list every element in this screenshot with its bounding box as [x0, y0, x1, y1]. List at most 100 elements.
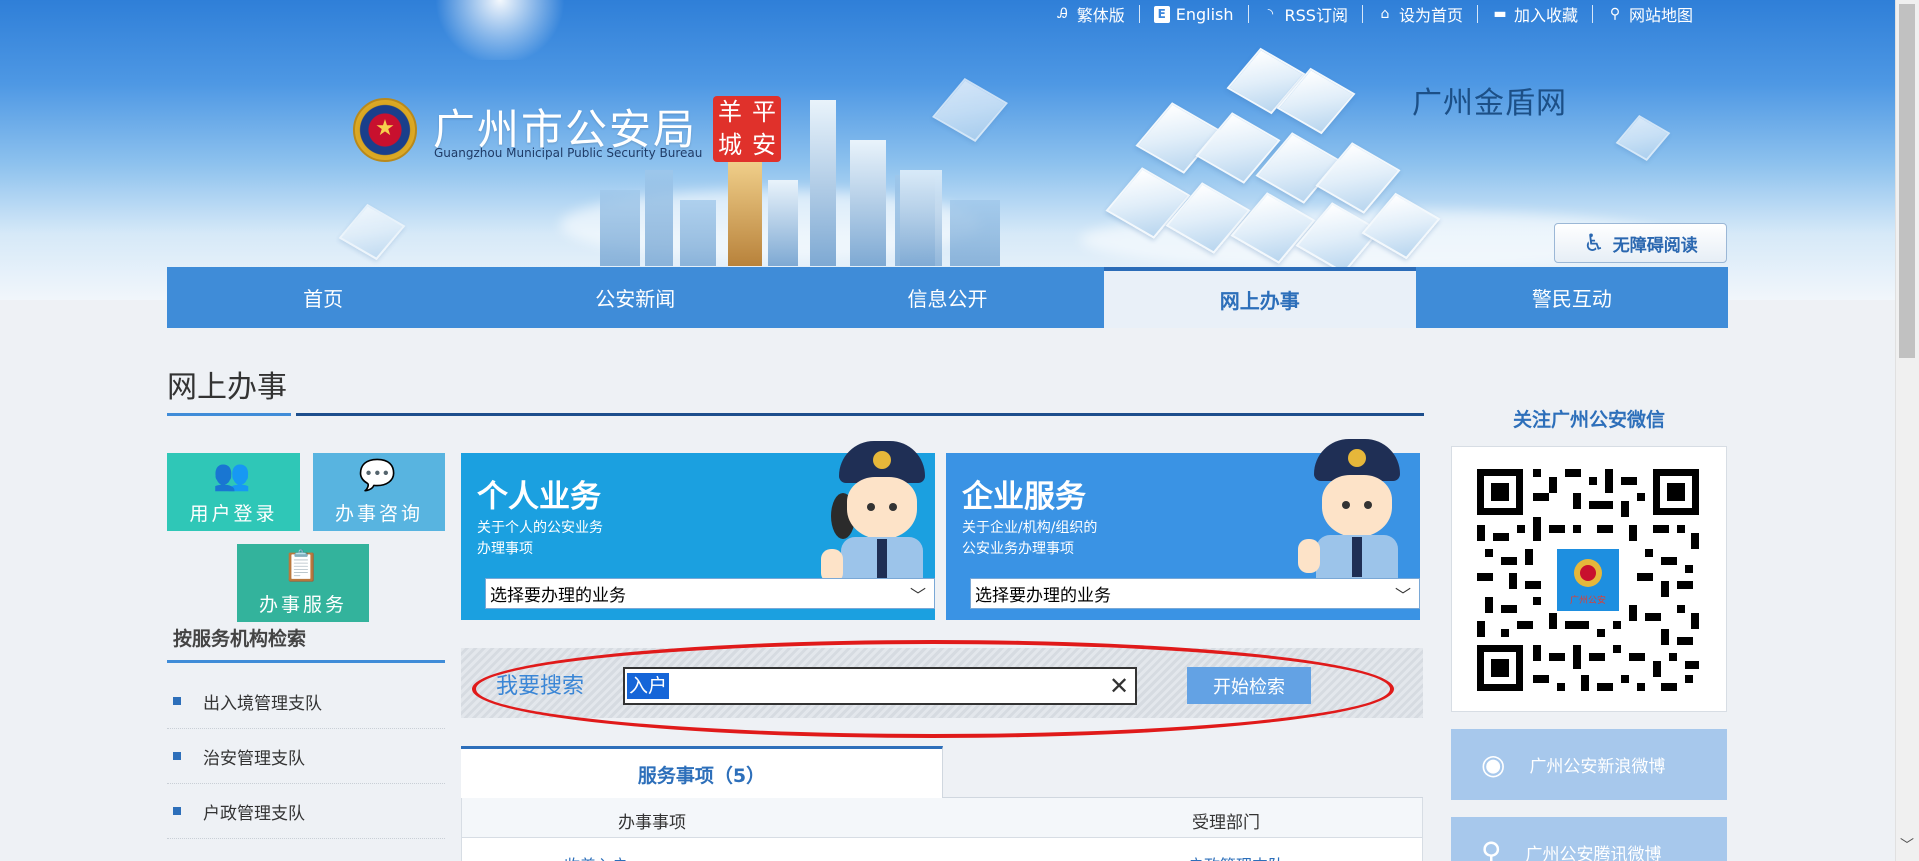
- chevron-down-icon: ﹀: [909, 586, 926, 605]
- nav-police-news[interactable]: 公安新闻: [479, 267, 791, 328]
- service-tile[interactable]: 📋 办事服务: [237, 544, 369, 622]
- clipboard-check-icon: 📋: [282, 549, 324, 584]
- users-icon: 👥: [213, 458, 254, 493]
- nav-home[interactable]: 首页: [167, 267, 479, 328]
- logo-subtitle: Guangzhou Municipal Public Security Bure…: [434, 146, 703, 160]
- search-input[interactable]: [623, 667, 1137, 705]
- social-label: 广州公安新浪微博: [1529, 757, 1666, 777]
- top-link-label: RSS订阅: [1284, 6, 1348, 25]
- personal-business-card: 个人业务 关于个人的公安业务 办理事项 选择要办理的业务 ﹀: [461, 441, 935, 620]
- social-label: 广州公安腾讯微博: [1525, 845, 1662, 861]
- top-link-label: 加入收藏: [1513, 6, 1578, 25]
- service-item-link[interactable]: 收养入户: [564, 852, 628, 861]
- eye: [1364, 501, 1372, 509]
- top-link-sitemap[interactable]: ⚲ 网站地图: [1593, 2, 1707, 26]
- org-item-public-order[interactable]: 治安管理支队: [167, 729, 445, 784]
- hand: [1298, 539, 1320, 573]
- home-icon: ⌂: [1380, 6, 1390, 22]
- top-links-bar: Ꭿ 繁体版 E English ◝ RSS订阅 ⌂ 设为首页 ▬ 加入收藏 ⚲ …: [1041, 0, 1707, 28]
- nav-police-interaction[interactable]: 警民互动: [1416, 267, 1728, 328]
- org-item-household[interactable]: 户政管理支队: [167, 784, 445, 839]
- user-login-tile[interactable]: 👥 用户登录: [167, 453, 300, 531]
- scrollbar-thumb[interactable]: [1899, 4, 1915, 358]
- column-header: 办事事项: [618, 813, 686, 833]
- card-desc-line: 关于个人的公安业务: [477, 520, 603, 536]
- cube-decoration: [1615, 114, 1671, 162]
- building: [645, 170, 673, 266]
- top-link-rss[interactable]: ◝ RSS订阅: [1249, 2, 1362, 26]
- top-link-bookmark[interactable]: ▬ 加入收藏: [1478, 2, 1592, 26]
- chevron-down-icon: ﹀: [1394, 586, 1411, 605]
- policeman-illustration: [1296, 439, 1416, 589]
- top-link-label: 网站地图: [1628, 6, 1693, 25]
- folder-icon: ▬: [1493, 6, 1507, 22]
- policewoman-illustration: [821, 441, 941, 591]
- rss-icon: ◝: [1267, 6, 1274, 22]
- weibo-icon: ◉: [1481, 748, 1506, 781]
- seal-char: 平: [752, 98, 776, 126]
- card-desc-line: 关于企业/机构/组织的: [962, 520, 1098, 536]
- yangcheng-seal: 羊 平 城 安: [713, 96, 781, 162]
- results-table-header: 办事事项 受理部门: [461, 798, 1423, 838]
- search-button[interactable]: 开始检索: [1187, 667, 1311, 704]
- seal-char: 羊: [718, 98, 742, 126]
- eye: [867, 503, 875, 511]
- building: [728, 160, 762, 266]
- tile-label: 办事咨询: [334, 503, 423, 525]
- face: [1322, 475, 1392, 537]
- title-rule: [296, 413, 1424, 416]
- wechat-qr-code: 广州公安: [1477, 469, 1699, 691]
- tencent-weibo-button[interactable]: ⚲ 广州公安腾讯微博: [1451, 817, 1727, 861]
- select-value: 选择要办理的业务: [490, 586, 626, 606]
- police-emblem: [353, 98, 417, 162]
- title-underline: [167, 413, 291, 416]
- consult-tile[interactable]: 💬 办事咨询: [313, 453, 445, 531]
- card-description: 关于企业/机构/组织的 公安业务办理事项: [962, 518, 1162, 560]
- face: [847, 477, 917, 539]
- org-search-heading: 按服务机构检索: [173, 628, 307, 650]
- building: [768, 180, 798, 266]
- department-link[interactable]: 户政管理支队: [1188, 852, 1284, 861]
- accessibility-button[interactable]: ♿ 无障碍阅读: [1554, 223, 1727, 263]
- cube-decoration: [338, 203, 406, 261]
- map-pin-icon: ⚲: [1609, 6, 1621, 22]
- nav-online-services[interactable]: 网上办事: [1103, 267, 1416, 328]
- top-link-set-home[interactable]: ⌂ 设为首页: [1363, 2, 1477, 26]
- org-item-exit-entry[interactable]: 出入境管理支队: [167, 674, 445, 729]
- canton-tower: [810, 100, 836, 266]
- translate-icon: Ꭿ: [1057, 6, 1068, 22]
- building: [950, 200, 1000, 266]
- card-desc-line: 办理事项: [477, 541, 533, 557]
- top-link-english[interactable]: E English: [1140, 5, 1248, 24]
- search-label: 我要搜索: [496, 674, 585, 699]
- tab-service-items[interactable]: 服务事项（5）: [461, 746, 943, 799]
- card-description: 关于个人的公安业务 办理事项: [477, 518, 677, 560]
- eye: [889, 503, 897, 511]
- clear-icon[interactable]: ✕: [1104, 669, 1134, 703]
- top-link-label: English: [1175, 4, 1234, 24]
- card-desc-line: 公安业务办理事项: [962, 541, 1074, 557]
- nav-info-disclosure[interactable]: 信息公开: [791, 267, 1103, 328]
- personal-business-select[interactable]: 选择要办理的业务 ﹀: [485, 578, 935, 609]
- top-link-label: 繁体版: [1076, 6, 1125, 25]
- scroll-down-arrow-icon[interactable]: ﹀: [1897, 836, 1917, 856]
- wechat-follow-title: 关注广州公安微信: [1512, 409, 1665, 431]
- sun-glow: [430, 0, 570, 60]
- building: [850, 140, 886, 266]
- select-value: 选择要办理的业务: [975, 586, 1111, 606]
- building: [680, 200, 716, 266]
- top-link-traditional[interactable]: Ꭿ 繁体版: [1041, 2, 1139, 26]
- seal-char: 安: [752, 131, 776, 159]
- sina-weibo-button[interactable]: ◉ 广州公安新浪微博: [1451, 729, 1727, 800]
- enterprise-service-select[interactable]: 选择要办理的业务 ﹀: [970, 578, 1420, 609]
- card-title: 个人业务: [477, 479, 601, 515]
- org-heading-rule: [167, 660, 445, 663]
- eye: [1342, 501, 1350, 509]
- tie: [877, 539, 887, 579]
- page-title: 网上办事: [167, 370, 287, 405]
- tile-label: 办事服务: [258, 594, 347, 616]
- wheelchair-icon: ♿: [1583, 229, 1605, 257]
- seal-char: 城: [718, 131, 742, 159]
- table-row: 收养入户 户政管理支队: [461, 838, 1423, 861]
- column-header: 受理部门: [1192, 813, 1260, 833]
